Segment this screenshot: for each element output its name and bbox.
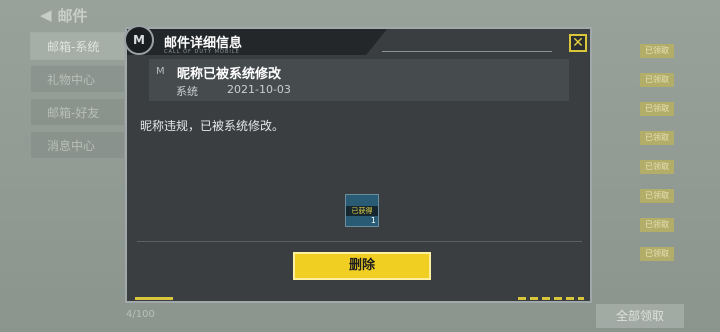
claimed-badge: 已领取 [640,160,674,174]
mail-header: M 昵称已被系统修改 系统 2021-10-03 [149,59,569,101]
mail-icon: M [156,66,165,77]
tab-message-center[interactable]: 消息中心 [30,131,125,159]
bg-page-title: 邮件 [57,6,88,25]
tab-friend-mail[interactable]: 邮箱-好友 [30,98,125,126]
title-divider [382,51,552,52]
claimed-badge: 已领取 [640,44,674,58]
claimed-badge: 已领取 [640,131,674,145]
bg-badge-column: 已领取 已领取 已领取 已领取 已领取 已领取 已领取 已领取 [640,44,674,276]
reward-count: 1 [370,216,376,225]
back-arrow-icon[interactable]: ◀ [40,6,52,24]
claimed-badge: 已领取 [640,218,674,232]
mail-subject: 昵称已被系统修改 [177,67,282,82]
tab-gift-center[interactable]: 礼物中心 [30,65,125,93]
cod-emblem-icon: M [124,25,154,55]
claimed-badge: 已领取 [640,73,674,87]
bg-tab-list: 邮箱-系统 礼物中心 邮箱-好友 消息中心 [30,32,125,164]
close-button[interactable]: ✕ [569,34,587,52]
mail-sender: 系统 [176,85,198,98]
divider [137,241,582,242]
tab-system-mail[interactable]: 邮箱-系统 [30,32,125,60]
bg-header: ◀ 邮件 [40,4,88,26]
mail-date: 2021-10-03 [227,83,291,96]
reward-status: 已获得 [351,207,373,215]
claimed-badge: 已领取 [640,247,674,261]
claimed-badge: 已领取 [640,102,674,116]
brand-subtitle: CALL OF DUTY MOBILE [164,49,240,55]
claimed-badge: 已领取 [640,189,674,203]
mail-detail-dialog: M 邮件详细信息 CALL OF DUTY MOBILE ✕ M 昵称已被系统修… [124,25,592,303]
deco-bar [135,297,173,300]
dialog-titlebar: M 邮件详细信息 CALL OF DUTY MOBILE ✕ [124,25,590,55]
reward-item[interactable]: 已获得 1 [345,194,379,227]
mail-body-text: 昵称违规，已被系统修改。 [140,119,285,133]
claim-all-button[interactable]: 全部领取 [596,304,684,328]
delete-button[interactable]: 删除 [293,252,431,280]
deco-bar [518,297,584,300]
mail-count: 4/100 [126,309,155,320]
